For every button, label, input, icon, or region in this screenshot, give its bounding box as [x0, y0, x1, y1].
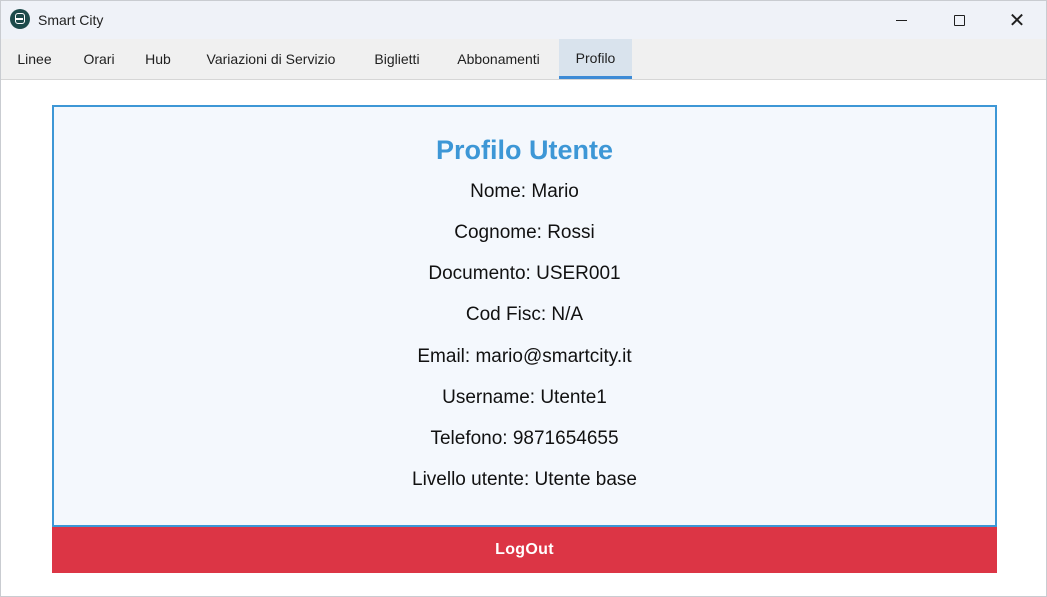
close-button[interactable]: ✕ — [988, 1, 1046, 39]
tab-profilo[interactable]: Profilo — [559, 39, 632, 79]
profile-title: Profilo Utente — [435, 135, 613, 165]
field-cod-fisc: Cod Fisc: N/A — [465, 304, 584, 325]
field-telefono: Telefono: 9871654655 — [430, 428, 619, 449]
bus-icon — [10, 9, 30, 29]
field-nome: Nome: Mario — [470, 181, 579, 202]
maximize-icon — [953, 14, 965, 26]
field-cognome: Cognome: Rossi — [454, 222, 595, 243]
tab-linee[interactable]: Linee — [1, 39, 68, 79]
title-bar[interactable]: Smart City ✕ — [1, 1, 1046, 39]
field-username: Username: Utente1 — [442, 387, 607, 408]
minimize-icon — [895, 19, 907, 21]
tab-bar: Linee Orari Hub Variazioni di Servizio B… — [1, 39, 1046, 80]
maximize-button[interactable] — [930, 1, 988, 39]
field-livello-utente: Livello utente: Utente base — [412, 469, 637, 490]
logout-button[interactable]: LogOut — [52, 527, 997, 573]
window-title: Smart City — [38, 12, 104, 28]
tab-hub[interactable]: Hub — [130, 39, 186, 79]
app-window: Smart City ✕ Linee Orari Hub Variazioni … — [0, 0, 1047, 597]
minimize-button[interactable] — [872, 1, 930, 39]
field-email: Email: mario@smartcity.it — [417, 346, 632, 367]
close-icon: ✕ — [1008, 8, 1026, 32]
tab-abbonamenti[interactable]: Abbonamenti — [438, 39, 559, 79]
tab-biglietti[interactable]: Biglietti — [356, 39, 438, 79]
field-documento: Documento: USER001 — [428, 263, 621, 284]
tab-orari[interactable]: Orari — [68, 39, 130, 79]
tab-variazioni-di-servizio[interactable]: Variazioni di Servizio — [186, 39, 356, 79]
profile-panel: Profilo Utente Nome: Mario Cognome: Ross… — [52, 105, 997, 527]
